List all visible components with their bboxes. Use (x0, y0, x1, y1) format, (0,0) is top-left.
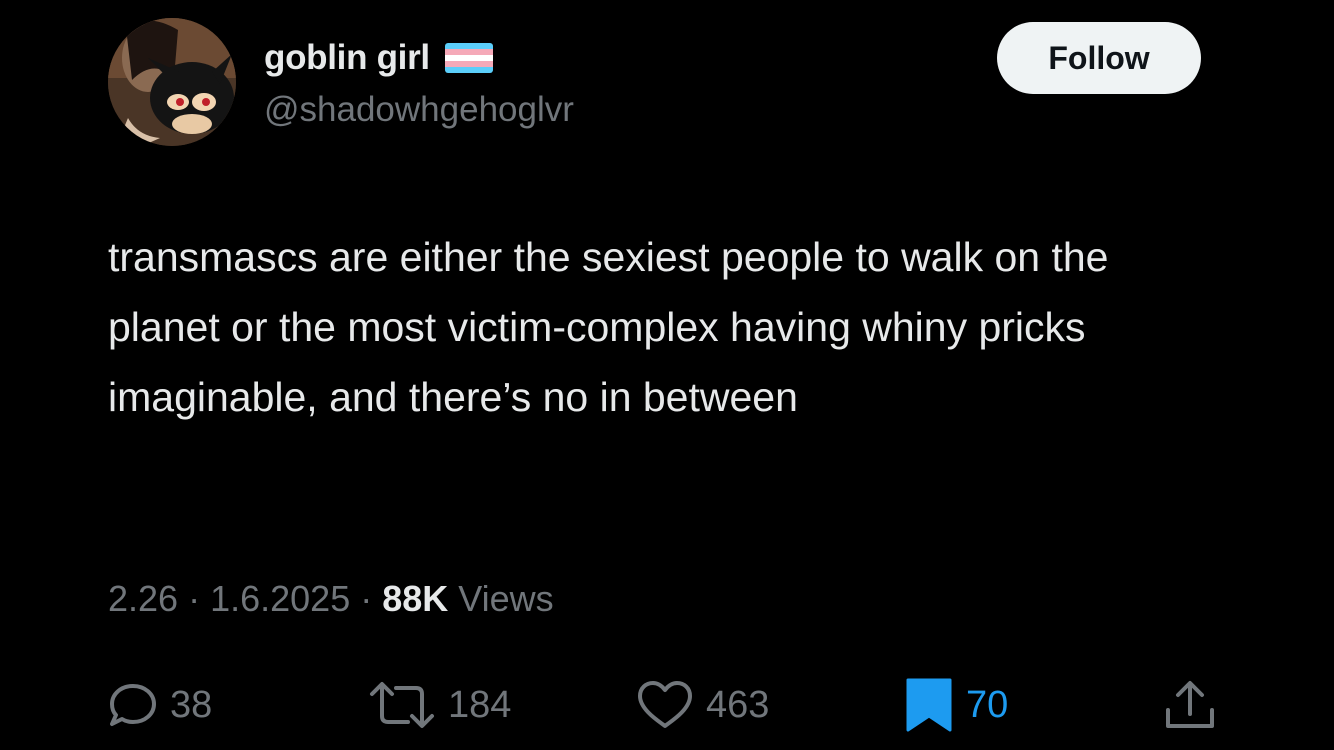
bookmark-count: 70 (966, 683, 1009, 726)
avatar[interactable] (108, 18, 236, 146)
like-count: 463 (706, 683, 770, 726)
transgender-flag-icon (444, 41, 494, 75)
meta-separator: · (178, 578, 211, 619)
reply-icon (108, 682, 158, 728)
views-label: Views (448, 578, 554, 619)
reply-button[interactable]: 38 (108, 670, 212, 740)
follow-button[interactable]: Follow (997, 22, 1201, 94)
tweet-actions: 38 184 463 70 (108, 670, 1228, 740)
bookmark-icon (904, 676, 954, 734)
tweet-time[interactable]: 2.26 (108, 578, 178, 619)
display-name[interactable]: goblin girl (264, 38, 430, 78)
tweet-meta: 2.26 · 1.6.2025 · 88K Views (108, 578, 554, 620)
repost-icon (368, 680, 436, 730)
repost-button[interactable]: 184 (368, 670, 511, 740)
tweet-text: transmascs are either the sexiest people… (108, 234, 1109, 420)
share-icon (1162, 678, 1218, 732)
meta-separator: · (350, 578, 383, 619)
author-name-row: goblin girl (264, 38, 494, 78)
reply-count: 38 (170, 683, 213, 726)
tweet-date[interactable]: 1.6.2025 (210, 578, 350, 619)
user-handle[interactable]: @shadowhgehoglvr (264, 90, 574, 130)
bookmark-button[interactable]: 70 (904, 670, 1008, 740)
heart-icon (636, 680, 694, 730)
like-button[interactable]: 463 (636, 670, 769, 740)
views-count: 88K (382, 578, 449, 619)
repost-count: 184 (448, 683, 512, 726)
share-button[interactable] (1162, 670, 1218, 740)
